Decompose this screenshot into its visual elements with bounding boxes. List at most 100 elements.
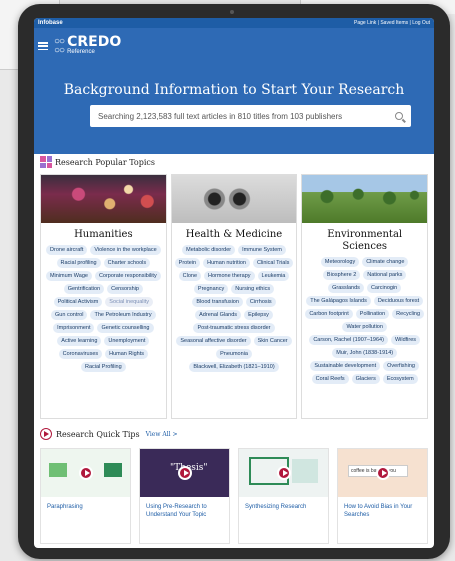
- topic-tag[interactable]: Violence in the workplace: [90, 245, 161, 255]
- topic-tag[interactable]: Gun control: [51, 310, 88, 320]
- topic-tag[interactable]: Racial profiling: [56, 258, 101, 268]
- topic-tag[interactable]: Adrenal Glands: [195, 310, 242, 320]
- topic-tag[interactable]: Climate change: [362, 257, 409, 267]
- topic-tag[interactable]: Gentrification: [63, 284, 105, 294]
- popular-topics-heading: Research Popular Topics: [40, 156, 155, 168]
- topic-tag[interactable]: Clinical Trials: [252, 258, 294, 268]
- topic-tag[interactable]: Carson, Rachel (1907–1964): [309, 335, 388, 345]
- tip-thumbnail[interactable]: [41, 449, 130, 497]
- tablet-frame: Infobase Page Link | Saved Items | Log O…: [18, 4, 450, 559]
- topic-tag[interactable]: Sustainable development: [310, 361, 381, 371]
- topic-columns: Humanities Drone aircraft Violence in the…: [40, 174, 429, 419]
- logo-sub: Reference: [67, 49, 95, 55]
- account-links[interactable]: Page Link | Saved Items | Log Out: [354, 20, 430, 26]
- topic-tag[interactable]: Wildfires: [390, 335, 421, 345]
- topic-column-health: Health & Medicine Metabolic disorder Immu…: [170, 174, 298, 419]
- topic-tag[interactable]: Human Rights: [105, 349, 148, 359]
- tip-title[interactable]: Paraphrasing: [41, 497, 130, 511]
- topic-tag[interactable]: Imprisonment: [53, 323, 95, 333]
- search-input[interactable]: Searching 2,123,583 full text articles i…: [90, 105, 411, 127]
- topic-tag[interactable]: Overfishing: [383, 361, 419, 371]
- topic-tag[interactable]: Genetic counselling: [97, 323, 154, 333]
- logo-word: CREDO: [67, 34, 122, 50]
- topic-tag[interactable]: The Galápagos Islands: [306, 296, 371, 306]
- topic-column-humanities: Humanities Drone aircraft Violence in the…: [40, 174, 167, 419]
- topic-tag[interactable]: Coral Reefs: [311, 374, 349, 384]
- topic-tag[interactable]: Biosphere 2: [322, 270, 361, 280]
- topic-tag[interactable]: Post-traumatic stress disorder: [193, 323, 275, 333]
- quick-tips-heading: Research Quick Tips View All >: [40, 428, 178, 440]
- topic-tag[interactable]: Metabolic disorder: [182, 245, 236, 255]
- topic-tag[interactable]: Censorship: [107, 284, 143, 294]
- hamburger-menu-icon[interactable]: [38, 42, 48, 50]
- topic-tag[interactable]: Unemployment: [104, 336, 150, 346]
- environmental-image: [302, 175, 428, 223]
- topic-tag[interactable]: Coronaviruses: [58, 349, 103, 359]
- topic-tag[interactable]: The Petroleum Industry: [90, 310, 156, 320]
- topic-tag[interactable]: Carcinogin: [366, 283, 402, 293]
- topic-tag[interactable]: Human nutrition: [203, 258, 250, 268]
- infobase-brand[interactable]: Infobase: [38, 20, 63, 26]
- tip-card[interactable]: Synthesizing Research: [238, 448, 329, 544]
- topic-tag[interactable]: Nursing ethics: [231, 284, 275, 294]
- topic-tag[interactable]: Pneumonia: [216, 349, 252, 359]
- topic-tag[interactable]: Minimum Wage: [45, 271, 92, 281]
- popular-topics-title: Research Popular Topics: [55, 157, 156, 167]
- topic-tag[interactable]: Clone: [178, 271, 202, 281]
- topic-tag[interactable]: Charter schools: [103, 258, 151, 268]
- topic-tag[interactable]: Seasonal affective disorder: [176, 336, 251, 346]
- hero-header: ○○ ○○ CREDO Reference Background Informat…: [34, 28, 434, 154]
- tip-thumbnail[interactable]: coffee is bad for you: [338, 449, 427, 497]
- topic-column-title: Humanities: [74, 229, 133, 240]
- topic-tag[interactable]: Drone aircraft: [46, 245, 88, 255]
- topic-tag[interactable]: Protein: [174, 258, 201, 268]
- topic-tag[interactable]: Grasslands: [328, 283, 364, 293]
- tip-thumbnail[interactable]: "Thesis": [140, 449, 229, 497]
- search-icon[interactable]: [395, 112, 403, 120]
- topic-tag[interactable]: National parks: [363, 270, 407, 280]
- search-placeholder: Searching 2,123,583 full text articles i…: [98, 111, 343, 121]
- topic-tag[interactable]: Racial Profiling: [80, 362, 126, 372]
- tip-card[interactable]: Paraphrasing: [40, 448, 131, 544]
- play-button-icon[interactable]: [177, 466, 192, 480]
- topic-tag[interactable]: Meteorology: [320, 257, 360, 267]
- tip-title[interactable]: Synthesizing Research: [239, 497, 328, 511]
- quick-tips-row: Paraphrasing "Thesis" Using Pre-Research…: [40, 448, 428, 544]
- topic-tags: Metabolic disorder Immune System Protein Hu…: [172, 245, 297, 378]
- topic-tag[interactable]: Pregnancy: [193, 284, 229, 294]
- health-image: [171, 175, 297, 223]
- topic-tag[interactable]: Social inequality: [105, 297, 154, 307]
- topic-tag[interactable]: Epilepsy: [244, 310, 273, 320]
- topic-tag[interactable]: Cirrhosis: [245, 297, 276, 307]
- topic-tag[interactable]: Deciduous forest: [373, 296, 424, 306]
- topic-tag[interactable]: Carbon footprint: [305, 309, 353, 319]
- topic-tags: Meteorology Climate change Biosphere 2 Nati…: [302, 257, 427, 390]
- topic-tag[interactable]: Leukemia: [257, 271, 290, 281]
- view-all-link[interactable]: View All >: [146, 431, 178, 438]
- credo-mark-icon: ○○ ○○: [54, 36, 65, 56]
- topic-tag[interactable]: Recycling: [392, 309, 425, 319]
- play-button-icon[interactable]: [276, 466, 291, 480]
- tip-thumbnail[interactable]: [239, 449, 328, 497]
- tip-card[interactable]: coffee is bad for you How to Avoid Bias …: [337, 448, 428, 544]
- tip-title[interactable]: How to Avoid Bias in Your Searches: [338, 497, 427, 519]
- tip-title[interactable]: Using Pre-Research to Understand Your To…: [140, 497, 229, 519]
- topic-tag[interactable]: Ecosystem: [382, 374, 418, 384]
- topic-tag[interactable]: Corporate responsibility: [94, 271, 161, 281]
- topic-tag[interactable]: Hormone therapy: [204, 271, 255, 281]
- tip-card[interactable]: "Thesis" Using Pre-Research to Understan…: [139, 448, 230, 544]
- topic-column-title: Environmental Sciences: [327, 229, 403, 252]
- topic-tag[interactable]: Active learning: [57, 336, 102, 346]
- credo-logo[interactable]: ○○ ○○ CREDO Reference: [38, 34, 122, 56]
- topic-tag[interactable]: Skin Cancer: [253, 336, 292, 346]
- topic-tag[interactable]: Water pollution: [342, 322, 387, 332]
- topic-tag[interactable]: Blackwell, Elizabeth (1821–1910): [189, 362, 279, 372]
- topic-tag[interactable]: Immune System: [238, 245, 286, 255]
- play-button-icon[interactable]: [78, 466, 93, 480]
- topic-tag[interactable]: Muir, John (1838-1914): [332, 348, 398, 358]
- topic-tag[interactable]: Pollination: [355, 309, 390, 319]
- play-button-icon[interactable]: [375, 466, 390, 480]
- topic-tag[interactable]: Political Activism: [53, 297, 103, 307]
- topic-tag[interactable]: Glaciers: [351, 374, 380, 384]
- topic-tag[interactable]: Blood transfusion: [192, 297, 243, 307]
